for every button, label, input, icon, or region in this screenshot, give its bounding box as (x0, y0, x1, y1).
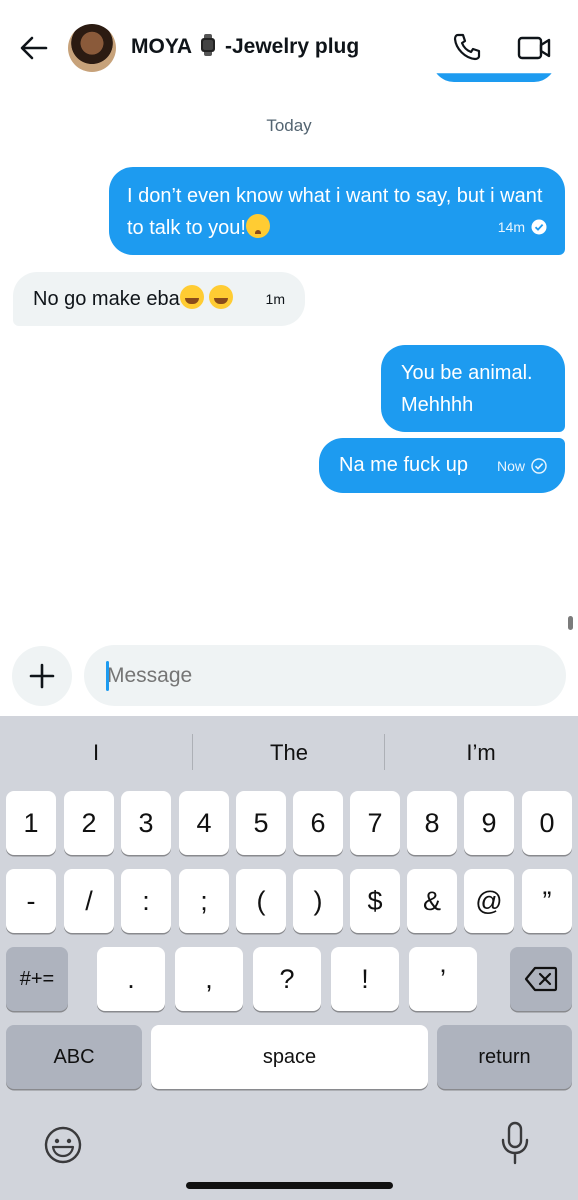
space-key[interactable]: space (151, 1025, 428, 1089)
key-symbols-toggle[interactable]: #+= (6, 947, 68, 1011)
emoji-keyboard-icon[interactable] (44, 1126, 82, 1164)
key-9[interactable]: 9 (464, 791, 514, 855)
keyboard: I The I’m 1 2 3 4 5 6 7 8 9 0 - / : ; ( … (0, 716, 578, 1200)
message-input[interactable] (84, 645, 566, 706)
key-dollar[interactable]: $ (350, 869, 400, 933)
add-attachment-button[interactable] (12, 646, 72, 706)
message-time: Now (496, 458, 525, 474)
key-hyphen[interactable]: - (6, 869, 56, 933)
key-2[interactable]: 2 (64, 791, 114, 855)
date-divider: Today (266, 116, 312, 135)
message-time: 1m (265, 291, 285, 307)
previous-message-bubble-edge (432, 73, 556, 82)
scrollbar[interactable] (568, 616, 573, 630)
message-meta: 14m (498, 211, 547, 243)
tears-of-joy-emoji (179, 285, 204, 309)
message-bubble-outgoing[interactable]: You be animal. Mehhhh (381, 345, 565, 432)
avatar[interactable] (68, 24, 116, 72)
return-key[interactable]: return (437, 1025, 572, 1089)
video-camera-icon[interactable] (517, 35, 551, 61)
message-time: 14m (497, 219, 525, 235)
message-text: You be animal. Mehhhh (401, 362, 533, 416)
key-question[interactable]: ? (253, 947, 321, 1011)
key-period[interactable]: . (97, 947, 165, 1011)
suggestion-1[interactable]: I (0, 716, 192, 790)
message-text: Na me fuck up (339, 454, 468, 476)
key-slash[interactable]: / (64, 869, 114, 933)
contact-name-suffix: -Jewelry plug (224, 35, 360, 58)
back-arrow-icon[interactable] (18, 32, 50, 64)
chat-header: MOYA -Jewelry plug (0, 0, 578, 92)
pleading-face-emoji (245, 214, 270, 238)
key-3[interactable]: 3 (121, 791, 171, 855)
home-indicator[interactable] (186, 1182, 393, 1189)
key-exclamation[interactable]: ! (331, 947, 399, 1011)
suggestion-2[interactable]: The (193, 716, 385, 790)
text-caret (106, 661, 109, 691)
key-1[interactable]: 1 (6, 791, 56, 855)
key-0[interactable]: 0 (522, 791, 572, 855)
contact-name-prefix: MOYA (131, 35, 192, 58)
contact-name[interactable]: MOYA -Jewelry plug (131, 34, 359, 59)
key-comma[interactable]: , (175, 947, 243, 1011)
plus-icon (29, 663, 55, 689)
key-abc-mode[interactable]: ABC (6, 1025, 142, 1089)
key-close-paren[interactable]: ) (293, 869, 343, 933)
message-text: I don’t even know what i want to say, bu… (127, 185, 543, 239)
phone-icon[interactable] (452, 32, 482, 62)
key-quote[interactable]: ” (522, 869, 572, 933)
read-check-icon (531, 219, 547, 235)
message-bubble-outgoing[interactable]: Na me fuck up Now (319, 438, 565, 493)
delete-key[interactable] (510, 947, 572, 1011)
key-6[interactable]: 6 (293, 791, 343, 855)
key-4[interactable]: 4 (179, 791, 229, 855)
key-open-paren[interactable]: ( (236, 869, 286, 933)
message-text: No go make eba (33, 288, 180, 310)
suggestion-3[interactable]: I’m (385, 716, 577, 790)
message-bubble-incoming[interactable]: No go make eba 1m (13, 272, 305, 326)
key-ampersand[interactable]: & (407, 869, 457, 933)
sent-check-icon (531, 458, 547, 474)
backspace-icon (524, 966, 558, 992)
tears-of-joy-emoji (209, 285, 234, 309)
watch-emoji-icon (201, 34, 216, 56)
key-7[interactable]: 7 (350, 791, 400, 855)
key-semicolon[interactable]: ; (179, 869, 229, 933)
key-at[interactable]: @ (464, 869, 514, 933)
microphone-icon[interactable] (500, 1121, 530, 1165)
key-apostrophe[interactable]: ’ (409, 947, 477, 1011)
message-meta: Now (497, 450, 547, 482)
key-8[interactable]: 8 (407, 791, 457, 855)
key-colon[interactable]: : (121, 869, 171, 933)
key-5[interactable]: 5 (236, 791, 286, 855)
message-bubble-outgoing[interactable]: I don’t even know what i want to say, bu… (109, 167, 565, 255)
